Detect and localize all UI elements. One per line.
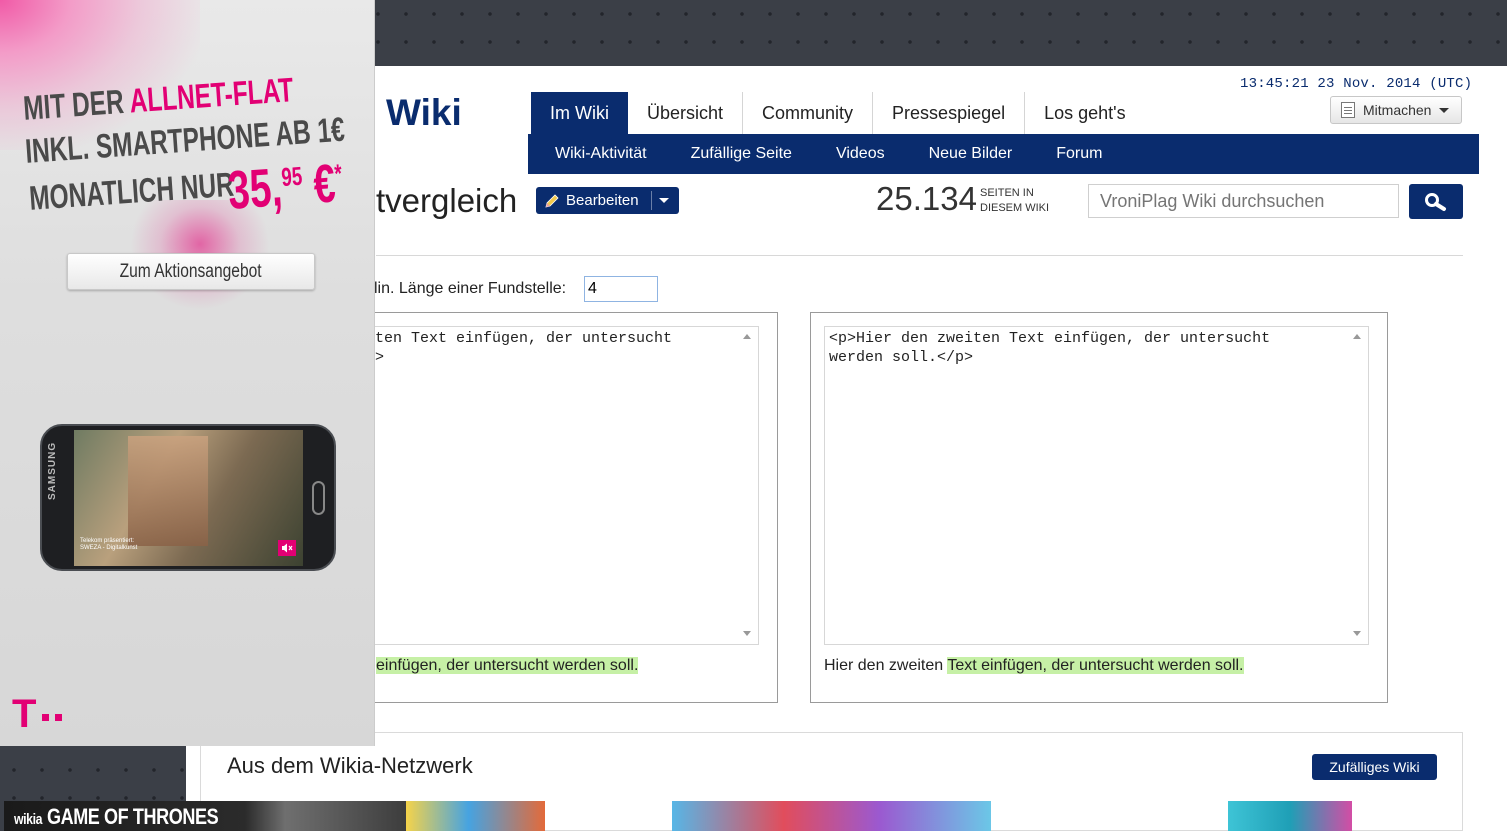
search-input[interactable] <box>1088 184 1399 218</box>
wiki-nav-tabs: Im Wiki Übersicht Community Pressespiege… <box>531 92 1145 135</box>
mute-icon[interactable] <box>278 540 296 556</box>
tab-im-wiki[interactable]: Im Wiki <box>531 92 628 135</box>
tab-los-gehts[interactable]: Los geht's <box>1025 92 1145 135</box>
speaker-muted-glyph <box>282 543 293 553</box>
network-thumbnail[interactable] <box>406 801 545 831</box>
network-title: Aus dem Wikia-Netzwerk <box>227 753 473 778</box>
timestamp: 13:45:21 23 Nov. 2014 (UTC) <box>1240 76 1473 92</box>
subnav-new-images[interactable]: Neue Bilder <box>929 145 1013 163</box>
subnav-forum[interactable]: Forum <box>1056 145 1102 163</box>
telekom-logo-t: T <box>12 692 37 736</box>
page-count-label: SEITEN IN DIESEM WIKI <box>980 186 1049 216</box>
result-right-plain: Hier den zweiten <box>824 657 948 674</box>
subnav-videos[interactable]: Videos <box>836 145 885 163</box>
random-wiki-button[interactable]: Zufälliges Wiki <box>1312 754 1437 780</box>
search-icon <box>1425 192 1446 211</box>
text-input-right-content: <p>Hier den zweiten Text einfügen, der u… <box>829 330 1271 366</box>
phone-brand-label: SAMSUNG <box>47 441 58 500</box>
ad-phone-video-subject <box>128 436 208 546</box>
telekom-logo-dot <box>55 714 63 721</box>
network-thumbnail[interactable] <box>672 801 991 831</box>
ad-video-credit-line2: SWEZA - Digitalkunst <box>80 545 138 551</box>
document-icon <box>1341 102 1355 118</box>
ad-price-asterisk: * <box>333 157 343 189</box>
page-count-label-line2: DIESEM WIKI <box>980 202 1050 214</box>
page-title: tvergleich <box>376 182 518 219</box>
scroll-up-icon[interactable] <box>1353 334 1361 339</box>
network-thumbnail-title: wikia GAME OF THRONES <box>14 804 219 830</box>
pencil-icon <box>545 193 559 208</box>
phone-home-button <box>312 481 325 515</box>
scroll-up-icon[interactable] <box>743 334 751 339</box>
wiki-subnav: Wiki-Aktivität Zufällige Seite Videos Ne… <box>528 134 1479 174</box>
scroll-down-icon[interactable] <box>743 631 751 636</box>
ad-price-main: 35, <box>226 157 285 221</box>
tab-pressespiegel[interactable]: Pressespiegel <box>873 92 1026 135</box>
result-right: Hier den zweiten Text einfügen, der unte… <box>824 657 1244 675</box>
ad-offer-button[interactable]: Zum Aktionsangebot <box>67 253 315 290</box>
ad-price-currency: € <box>300 153 338 216</box>
ad-price: 35,95 €* <box>226 152 345 222</box>
ad-offer-button-label: Zum Aktionsangebot <box>119 260 263 282</box>
ad-video-credit-line1: Telekom präsentiert: <box>80 538 135 544</box>
edit-dropdown-caret-icon[interactable] <box>658 198 669 203</box>
search-button[interactable] <box>1409 184 1463 219</box>
dropdown-caret-icon <box>1439 107 1450 113</box>
page-count-label-line1: SEITEN IN <box>980 187 1034 199</box>
tab-uebersicht[interactable]: Übersicht <box>628 92 744 135</box>
subnav-random-page[interactable]: Zufällige Seite <box>691 145 792 163</box>
text-input-left[interactable]: ten Text einfügen, der untersucht > <box>370 326 759 645</box>
result-left-match: einfügen, der untersucht werden soll. <box>376 657 639 674</box>
wiki-title[interactable]: Wiki <box>386 92 462 134</box>
telekom-logo: T <box>12 692 63 736</box>
result-right-match: Text einfügen, der untersucht werden sol… <box>947 657 1244 674</box>
scroll-down-icon[interactable] <box>1353 631 1361 636</box>
min-length-label: lin. Länge einer Fundstelle: <box>374 280 567 297</box>
wikia-brand: wikia <box>14 811 43 828</box>
join-button-label: Mitmachen <box>1363 102 1432 118</box>
edit-button[interactable]: Bearbeiten <box>536 187 679 214</box>
ad-headline-text: MIT DER <box>22 82 131 128</box>
join-button[interactable]: Mitmachen <box>1330 96 1462 124</box>
subnav-wiki-activity[interactable]: Wiki-Aktivität <box>555 145 647 163</box>
header-divider <box>376 255 1463 256</box>
result-left: einfügen, der untersucht werden soll. <box>376 657 639 675</box>
thumbnail-caption: GAME OF THRONES <box>46 804 219 829</box>
text-input-left-content: ten Text einfügen, der untersucht > <box>375 330 673 366</box>
telekom-logo-dot <box>42 714 50 721</box>
ad-video-credit: Telekom präsentiert: SWEZA - Digitalkuns… <box>80 538 137 552</box>
edit-button-label: Bearbeiten <box>566 192 639 209</box>
advertisement[interactable]: MIT DER ALLNET-FLAT INKL. SMARTPHONE AB … <box>0 0 375 746</box>
network-thumbnail[interactable] <box>1228 801 1352 831</box>
edit-button-separator <box>650 191 652 210</box>
text-input-right[interactable]: <p>Hier den zweiten Text einfügen, der u… <box>824 326 1369 645</box>
ad-price-cents: 95 <box>280 160 304 193</box>
page-count: 25.134 <box>876 180 977 217</box>
min-length-input[interactable] <box>584 276 658 302</box>
tab-community[interactable]: Community <box>743 92 874 135</box>
page-scroll-rail[interactable] <box>1478 66 1507 831</box>
